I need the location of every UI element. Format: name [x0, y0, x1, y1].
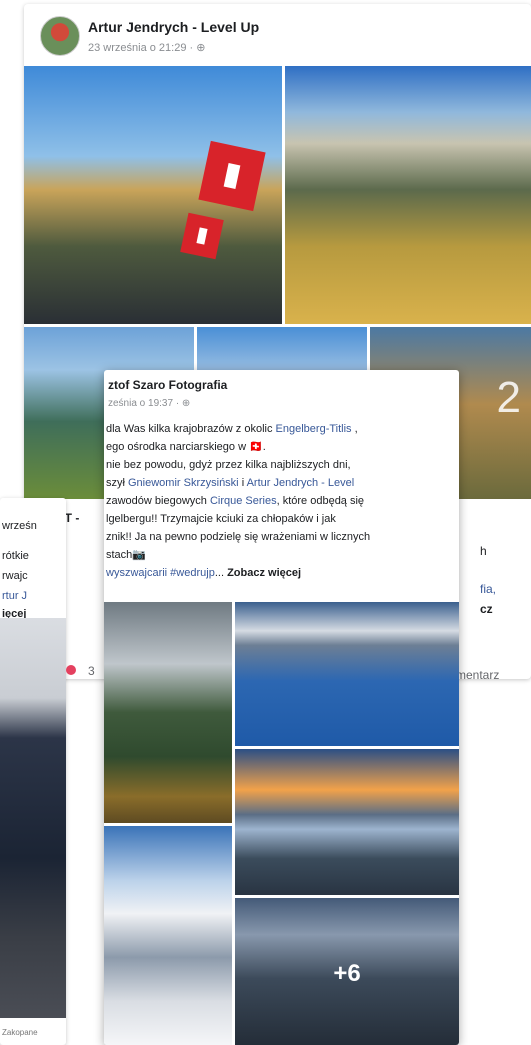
mention-link[interactable]: Artur Jendrych - Level: [247, 477, 355, 489]
post-text-segment: ,: [351, 423, 358, 435]
post-text-segment: ...: [214, 567, 228, 579]
post-text-line: znik!! Ja na pewno podzielę się wrażenia…: [106, 528, 456, 546]
swiss-flag-icon: [180, 212, 224, 260]
mention-link[interactable]: Cirque Series: [210, 495, 277, 507]
post-card-szaro: ztof Szaro Fotografia ześnia o 19:37 · ⊕…: [104, 370, 459, 1045]
reaction-icon[interactable]: [66, 665, 76, 675]
post-text-line: ego ośrodka narciarskiego w 🇨🇭.: [106, 438, 456, 456]
more-photos-count: +6: [333, 960, 361, 987]
frag-left-3[interactable]: rtur J: [2, 590, 27, 602]
post-photo-1[interactable]: [104, 602, 232, 823]
post-photo-runner[interactable]: [0, 618, 66, 1018]
frag-left-time: wrześn: [2, 520, 37, 532]
post-text-segment: znik!! Ja na pewno podzielę się wrażenia…: [106, 531, 371, 543]
post-text-segment: dla Was kilka krajobrazów z okolic: [106, 423, 276, 435]
frag-right-1: h: [480, 544, 487, 558]
post-text-line: dla Was kilka krajobrazów z okolic Engel…: [106, 420, 456, 438]
post-text-segment: i: [238, 477, 247, 489]
post-photo-2[interactable]: [235, 602, 459, 746]
post-photo-1[interactable]: [24, 66, 282, 324]
post-author[interactable]: ztof Szaro Fotografia: [108, 378, 227, 392]
swiss-flag-icon: [198, 140, 266, 212]
post-photo-3[interactable]: [235, 749, 459, 895]
post-photo-2[interactable]: [285, 66, 531, 324]
post-text-segment: szył: [106, 477, 128, 489]
comment-button-fragment[interactable]: mentarz: [456, 668, 499, 679]
post-text-line: zawodów biegowych Cirque Series, które o…: [106, 492, 456, 510]
post-photo-4[interactable]: [104, 826, 232, 1045]
post-text-line: lgelbergu!! Trzymajcie kciuki za chłopak…: [106, 510, 456, 528]
frag-left-1: rótkie: [2, 550, 29, 562]
post-photo-5-more[interactable]: +6: [235, 898, 459, 1045]
post-text-segment: , które odbędą się: [276, 495, 365, 507]
post-text-segment: ego ośrodka narciarskiego w 🇨🇭.: [106, 441, 266, 453]
post-text-line: stach📷: [106, 546, 456, 564]
frag-right-3: cz: [480, 602, 493, 616]
frag-right-2[interactable]: fia,: [480, 582, 496, 596]
author-avatar[interactable]: [40, 16, 80, 56]
post-text-line: szył Gniewomir Skrzysiński i Artur Jendr…: [106, 474, 456, 492]
post-text: dla Was kilka krajobrazów z okolic Engel…: [106, 420, 456, 582]
post-text-line: wyszwajcarii #wedrujp... Zobacz więcej: [106, 564, 456, 582]
post-text-segment: nie bez powodu, gdyż przez kilka najbliż…: [106, 459, 351, 471]
mention-link[interactable]: Engelberg-Titlis: [276, 423, 352, 435]
post-author[interactable]: Artur Jendrych - Level Up: [88, 19, 259, 35]
mention-link[interactable]: Gniewomir Skrzysiński: [128, 477, 239, 489]
post-text-segment: lgelbergu!! Trzymajcie kciuki za chłopak…: [106, 513, 336, 525]
post-timestamp[interactable]: 23 września o 21:29 · ⊕: [88, 41, 205, 54]
post-text-line: nie bez powodu, gdyż przez kilka najbliż…: [106, 456, 456, 474]
frag-left-2: rwajc: [2, 570, 28, 582]
hashtag-link[interactable]: wyszwajcarii #wedrujp: [106, 567, 215, 579]
post-card-left: wrześn rótkie rwajc rtur J ięcej Zakopan…: [0, 498, 66, 1045]
reaction-count[interactable]: 3: [88, 664, 95, 678]
more-photos-count: 2: [496, 373, 521, 422]
post-timestamp[interactable]: ześnia o 19:37 · ⊕: [108, 398, 190, 409]
see-more-link[interactable]: Zobacz więcej: [227, 567, 301, 579]
post-text-segment: stach📷: [106, 549, 146, 561]
photo-caption: Zakopane: [2, 1028, 38, 1037]
post-text-segment: zawodów biegowych: [106, 495, 210, 507]
